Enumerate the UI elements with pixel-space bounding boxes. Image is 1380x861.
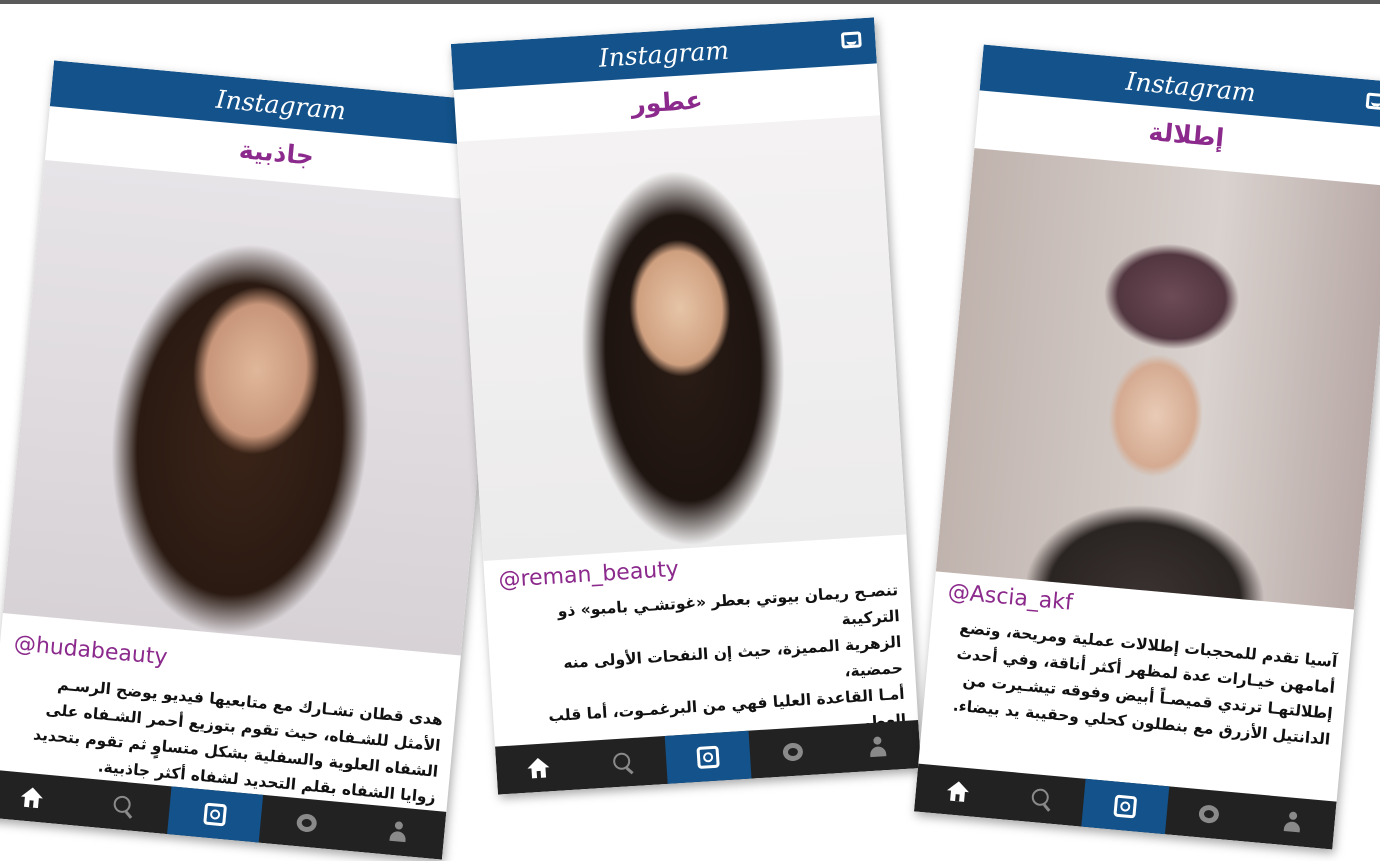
- search-icon: [1031, 788, 1053, 812]
- activity-icon: [1198, 804, 1220, 824]
- instagram-logo-text: Instagram: [597, 35, 730, 73]
- profile-icon: [1283, 811, 1303, 833]
- instagram-card-hudabeauty: Instagram جاذبية @hudabeauty هدى قطان تش…: [0, 60, 513, 860]
- instagram-card-reman-beauty: Instagram عطور @reman_beauty تنصـح ريمان…: [450, 17, 922, 795]
- nav-search[interactable]: [75, 778, 171, 834]
- nav-profile[interactable]: [834, 720, 922, 773]
- home-icon: [946, 780, 970, 802]
- post-photo: [2, 159, 503, 656]
- profile-icon: [868, 736, 887, 758]
- account-handle[interactable]: @reman_beauty: [498, 557, 680, 593]
- inbox-icon[interactable]: [840, 31, 862, 49]
- camera-icon: [203, 802, 228, 827]
- search-icon: [612, 752, 634, 775]
- nav-home[interactable]: [495, 741, 583, 794]
- account-handle[interactable]: @hudabeauty: [13, 631, 169, 670]
- post-photo: [935, 148, 1380, 610]
- nav-activity[interactable]: [1165, 786, 1253, 841]
- nav-activity[interactable]: [259, 795, 355, 851]
- instagram-logo-text: Instagram: [214, 84, 348, 125]
- bottom-nav: [913, 763, 1337, 850]
- nav-search[interactable]: [998, 771, 1086, 826]
- post-photo: [456, 115, 907, 562]
- post-caption: آسيا تقدم للمحجبات إطلالات عملية ومريحة،…: [933, 613, 1339, 753]
- instagram-card-ascia-akf: Instagram إطلالة @Ascia_akf آسيا تقدم لل…: [913, 44, 1380, 850]
- search-icon: [112, 795, 135, 819]
- top-rule: [0, 0, 1380, 4]
- nav-camera[interactable]: [664, 730, 752, 784]
- account-handle[interactable]: @Ascia_akf: [947, 580, 1074, 616]
- activity-icon: [782, 742, 804, 762]
- home-icon: [527, 757, 550, 779]
- camera-icon: [696, 745, 720, 769]
- camera-icon: [1113, 794, 1138, 819]
- home-icon: [20, 786, 44, 809]
- nav-home[interactable]: [914, 764, 1002, 819]
- inbox-icon[interactable]: [1365, 92, 1380, 111]
- nav-profile[interactable]: [1249, 794, 1337, 849]
- nav-camera[interactable]: [1081, 778, 1170, 835]
- activity-icon: [295, 813, 318, 833]
- nav-home[interactable]: [0, 769, 80, 825]
- nav-camera[interactable]: [167, 786, 264, 843]
- nav-profile[interactable]: [350, 803, 446, 859]
- instagram-logo-text: Instagram: [1124, 66, 1258, 107]
- nav-activity[interactable]: [749, 725, 837, 778]
- nav-search[interactable]: [580, 736, 668, 789]
- profile-icon: [388, 821, 408, 843]
